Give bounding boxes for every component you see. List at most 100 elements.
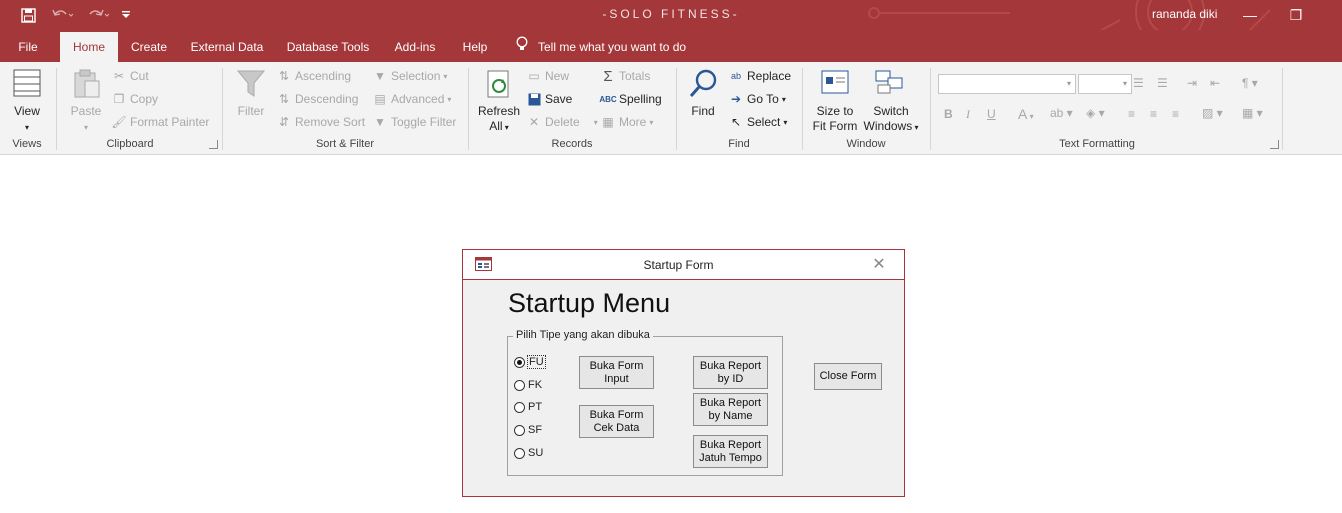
replace-button[interactable]: ab Replace <box>728 68 791 84</box>
tab-help[interactable]: Help <box>454 32 496 62</box>
dialog-title-bar[interactable]: Startup Form ✕ <box>463 250 904 280</box>
cursor-icon: ↖ <box>730 115 742 129</box>
highlight-icon[interactable]: ab ▾ <box>1050 106 1073 120</box>
font-size-combo[interactable]: ▾ <box>1078 74 1132 94</box>
radio-su[interactable]: SU <box>514 447 543 459</box>
fill-color-icon[interactable]: ◈ ▾ <box>1086 106 1105 120</box>
new-record-button[interactable]: ▭ New <box>526 68 569 84</box>
bullets-icon[interactable]: ☰ <box>1133 76 1144 90</box>
group-label-views: Views <box>12 138 42 150</box>
align-right-icon[interactable]: ≡ <box>1172 107 1179 121</box>
view-button[interactable]: View ▾ <box>8 104 46 135</box>
remove-sort-button[interactable]: ⇵ Remove Sort <box>276 114 365 130</box>
more-button[interactable]: ▦ More ▾ <box>600 114 653 130</box>
advanced-button[interactable]: ▤ Advanced ▾ <box>372 91 451 107</box>
toggle-filter-button[interactable]: ▼ Toggle Filter <box>372 114 456 130</box>
open-report-jatuh-tempo-button[interactable]: Buka Report Jatuh Tempo <box>693 435 768 468</box>
tab-create[interactable]: Create <box>124 32 174 62</box>
open-report-by-id-button[interactable]: Buka Report by ID <box>693 356 768 389</box>
tab-add-ins[interactable]: Add-ins <box>386 32 444 62</box>
group-label-text-formatting: Text Formatting <box>1059 138 1135 150</box>
increase-indent-icon[interactable]: ⇥ <box>1187 76 1197 90</box>
delete-label: Delete <box>545 115 580 129</box>
delete-record-button[interactable]: ✕ Delete ▾ <box>526 114 598 130</box>
bold-button[interactable]: B <box>944 107 953 121</box>
minimize-icon: — <box>1243 7 1257 23</box>
gridlines-icon[interactable]: ▦ ▾ <box>1242 106 1263 120</box>
decrease-indent-icon[interactable]: ⇤ <box>1210 76 1220 90</box>
paste-icon[interactable] <box>72 68 102 100</box>
radio-label: FU <box>527 355 546 369</box>
filter-button[interactable]: Filter <box>232 104 270 119</box>
totals-button[interactable]: Σ Totals <box>600 68 650 85</box>
numbering-icon[interactable]: ☰ <box>1157 76 1168 90</box>
group-separator <box>1282 68 1283 150</box>
tab-home[interactable]: Home <box>60 32 118 62</box>
cut-button[interactable]: ✂ Cut <box>111 68 149 84</box>
italic-button[interactable]: I <box>966 107 970 122</box>
ascending-label: Ascending <box>295 69 352 83</box>
switch-windows-button[interactable]: Switch Windows ▾ <box>860 104 922 135</box>
open-report-by-name-button[interactable]: Buka Report by Name <box>693 393 768 426</box>
refresh-all-button[interactable]: Refresh All ▾ <box>476 104 522 135</box>
size-to-label: Size to <box>816 104 854 118</box>
find-button[interactable]: Find <box>684 104 722 119</box>
radio-sf[interactable]: SF <box>514 424 542 436</box>
selection-button[interactable]: ▼ Selection ▾ <box>372 68 447 84</box>
copy-label: Copy <box>130 92 159 106</box>
select-label: Select <box>747 115 781 129</box>
radio-fu[interactable]: FU <box>514 355 546 369</box>
tell-me-box[interactable]: Tell me what you want to do <box>516 32 686 62</box>
ascending-button[interactable]: ⇅ Ascending <box>276 68 351 84</box>
size-to-fit-button[interactable]: Size to Fit Form <box>808 104 862 134</box>
tab-database-tools[interactable]: Database Tools <box>280 32 376 62</box>
size-to-fit-icon[interactable] <box>820 68 850 100</box>
format-painter-button[interactable]: 🖌 Format Painter <box>111 114 209 130</box>
filter-icon[interactable] <box>236 68 266 100</box>
goto-label: Go To <box>747 92 779 106</box>
font-name-combo[interactable]: ▾ <box>938 74 1076 94</box>
radio-icon <box>514 447 525 459</box>
align-center-icon[interactable]: ≡ <box>1150 107 1157 121</box>
new-record-icon: ▭ <box>528 69 540 83</box>
align-left-icon[interactable]: ≡ <box>1128 107 1135 121</box>
text-formatting-launcher-icon[interactable] <box>1270 140 1279 149</box>
find-magnifier-icon[interactable] <box>688 68 718 100</box>
restore-icon: ❐ <box>1289 6 1303 23</box>
tab-file[interactable]: File <box>8 32 48 62</box>
group-separator <box>468 68 469 150</box>
spelling-button[interactable]: ABC Spelling <box>599 91 661 107</box>
copy-button[interactable]: ❐ Copy <box>111 91 158 107</box>
open-form-cek-data-button[interactable]: Buka Form Cek Data <box>579 405 654 438</box>
select-button[interactable]: ↖ Select ▾ <box>728 114 787 130</box>
clipboard-launcher-icon[interactable] <box>209 140 218 149</box>
selection-filter-icon: ▼ <box>374 69 386 83</box>
save-record-button[interactable]: Save <box>526 91 572 107</box>
switch-windows-icon[interactable] <box>874 68 904 100</box>
goto-button[interactable]: ➔ Go To ▾ <box>728 91 786 107</box>
paste-button[interactable]: Paste ▾ <box>66 104 106 135</box>
open-form-input-button[interactable]: Buka Form Input <box>579 356 654 389</box>
restore-button[interactable]: ❐ <box>1273 0 1319 30</box>
alternate-row-color-icon[interactable]: ▨ ▾ <box>1202 106 1223 120</box>
user-name[interactable]: rananda diki <box>1152 7 1217 21</box>
font-color-button[interactable]: A ▾ <box>1018 106 1034 122</box>
view-icon[interactable] <box>12 68 42 98</box>
close-icon[interactable]: ✕ <box>869 254 889 274</box>
replace-label: Replace <box>747 69 792 83</box>
refresh-icon[interactable] <box>484 68 514 100</box>
underline-button[interactable]: U <box>987 107 996 121</box>
radio-icon <box>514 401 525 413</box>
radio-fk[interactable]: FK <box>514 379 542 391</box>
descending-button[interactable]: ⇅ Descending <box>276 91 358 107</box>
advanced-filter-icon: ▤ <box>374 92 386 106</box>
paragraph-direction-icon[interactable]: ¶ ▾ <box>1242 76 1258 90</box>
menu-bar: File Home Create External Data Database … <box>0 30 1342 62</box>
minimize-button[interactable]: — <box>1227 0 1273 30</box>
paintbrush-icon: 🖌 <box>111 115 127 129</box>
tab-external-data[interactable]: External Data <box>186 32 268 62</box>
save-label: Save <box>545 92 573 106</box>
save-record-icon <box>526 91 542 107</box>
radio-pt[interactable]: PT <box>514 401 542 413</box>
close-form-button[interactable]: Close Form <box>814 363 882 390</box>
